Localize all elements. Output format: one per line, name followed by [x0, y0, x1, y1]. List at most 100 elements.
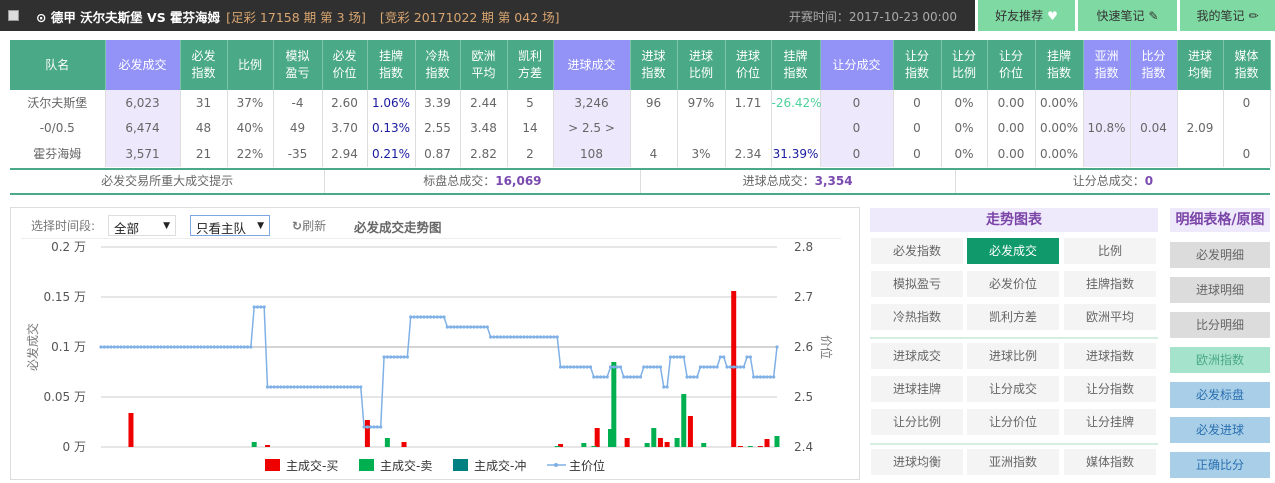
- summary-value: 3,354: [814, 174, 853, 188]
- bar-buy: [128, 413, 134, 447]
- price-point: [515, 335, 519, 339]
- table-cell: [771, 115, 821, 141]
- price-point: [592, 375, 596, 379]
- my-notes-button[interactable]: 我的笔记 ✏: [1177, 0, 1275, 31]
- price-point: [582, 365, 586, 369]
- quick-note-button[interactable]: 快速笔记 ✎: [1075, 0, 1177, 31]
- trend-button[interactable]: 让分比例: [871, 409, 963, 435]
- column-header: 队名: [10, 40, 106, 90]
- price-point: [718, 355, 722, 359]
- table-cell: 0.00: [987, 141, 1036, 167]
- select-checkbox[interactable]: [8, 10, 19, 21]
- price-point: [745, 355, 749, 359]
- detail-button[interactable]: 比分明细: [1170, 312, 1270, 338]
- trend-button[interactable]: 让分指数: [1064, 376, 1156, 402]
- trend-button[interactable]: 进球成交: [871, 343, 963, 369]
- detail-button[interactable]: 必发明细: [1170, 242, 1270, 268]
- detail-button[interactable]: 正确比分: [1170, 452, 1270, 478]
- detail-button[interactable]: 必发标盘: [1170, 382, 1270, 408]
- price-point: [692, 375, 696, 379]
- detail-button[interactable]: 欧洲指数: [1170, 347, 1270, 373]
- table-cell: 2.44: [460, 90, 508, 116]
- table-cell: 0: [893, 141, 942, 167]
- price-point: [136, 345, 140, 349]
- price-point: [445, 325, 449, 329]
- table-cell: 96: [630, 90, 678, 116]
- price-point: [648, 365, 653, 369]
- table-cell: 0: [893, 90, 942, 116]
- column-header: 让分 指数: [893, 40, 942, 90]
- price-point: [279, 385, 283, 389]
- price-point: [205, 345, 210, 349]
- column-header: 亚洲 指数: [1083, 40, 1131, 90]
- trend-button[interactable]: 模拟盈亏: [871, 271, 963, 297]
- detail-button[interactable]: 必发进球: [1170, 417, 1270, 443]
- table-cell: 2.34: [725, 141, 772, 167]
- trend-button[interactable]: 进球指数: [1064, 343, 1156, 369]
- table-cell: -35: [273, 141, 323, 167]
- trend-button[interactable]: 挂牌指数: [1064, 271, 1156, 297]
- price-point: [342, 385, 346, 389]
- price-point: [662, 385, 666, 389]
- price-point: [652, 365, 656, 369]
- detail-button[interactable]: 进球明细: [1170, 277, 1270, 303]
- trend-button[interactable]: 凯利方差: [967, 304, 1059, 330]
- y2-tick-label: 2.7: [794, 290, 813, 304]
- kickoff-time: 开赛时间：2017-10-23 00:00: [788, 10, 957, 24]
- table-cell: [1177, 90, 1224, 116]
- price-point: [265, 385, 270, 389]
- price-point: [99, 345, 103, 349]
- trend-button[interactable]: 让分挂牌: [1064, 409, 1156, 435]
- bar-buy: [764, 439, 770, 447]
- column-header: 进球 价位: [725, 40, 772, 90]
- trend-button[interactable]: 让分成交: [967, 376, 1059, 402]
- bar-buy: [687, 416, 693, 447]
- price-point: [229, 345, 233, 349]
- bar-sell: [681, 394, 687, 447]
- table-cell: -26.42%: [771, 90, 822, 116]
- trend-button[interactable]: 让分价位: [967, 409, 1059, 435]
- trend-button[interactable]: 必发成交: [967, 238, 1059, 264]
- trend-button[interactable]: 必发指数: [871, 238, 963, 264]
- column-header: 进球 比例: [677, 40, 726, 90]
- bar-sell: [611, 362, 617, 447]
- trend-button[interactable]: 进球挂牌: [871, 376, 963, 402]
- trend-button[interactable]: 进球均衡: [871, 449, 963, 475]
- summary-label: 必发交易所重大成交提示: [101, 174, 234, 188]
- friend-recommend-button[interactable]: 好友推荐 ♥: [975, 0, 1075, 31]
- column-header: 冷热 指数: [415, 40, 461, 90]
- table-cell: 108: [553, 141, 631, 167]
- price-point: [465, 325, 469, 329]
- price-point: [372, 425, 376, 429]
- price-point: [132, 345, 136, 349]
- table-cell: 22%: [227, 141, 274, 167]
- price-point: [362, 425, 366, 429]
- price-point: [615, 365, 619, 369]
- column-header: 挂牌 指数: [771, 40, 821, 90]
- trend-button[interactable]: 比例: [1064, 238, 1156, 264]
- price-point: [588, 365, 593, 369]
- group-divider: [870, 337, 1158, 339]
- price-point: [658, 365, 663, 369]
- trend-button[interactable]: 进球比例: [967, 343, 1059, 369]
- trend-button[interactable]: 亚洲指数: [967, 449, 1059, 475]
- price-point: [225, 345, 230, 349]
- summary-label: 标盘总成交：: [423, 174, 496, 188]
- trend-button[interactable]: 冷热指数: [871, 304, 963, 330]
- legend-label: 主价位: [569, 458, 605, 473]
- price-point: [119, 345, 123, 349]
- trend-button[interactable]: 媒体指数: [1064, 449, 1156, 475]
- price-point: [459, 325, 463, 329]
- price-point: [568, 365, 573, 369]
- bar-sell: [701, 443, 707, 447]
- trend-button[interactable]: 欧洲平均: [1064, 304, 1156, 330]
- heart-icon: ♥: [1047, 8, 1058, 23]
- table-cell: 48: [180, 115, 228, 141]
- price-point: [239, 345, 243, 349]
- trend-button[interactable]: 必发价位: [967, 271, 1059, 297]
- price-point: [645, 365, 649, 369]
- price-point: [755, 375, 759, 379]
- price-point: [275, 385, 280, 389]
- table-cell: > 2.5 >: [553, 115, 631, 141]
- price-point: [112, 345, 116, 349]
